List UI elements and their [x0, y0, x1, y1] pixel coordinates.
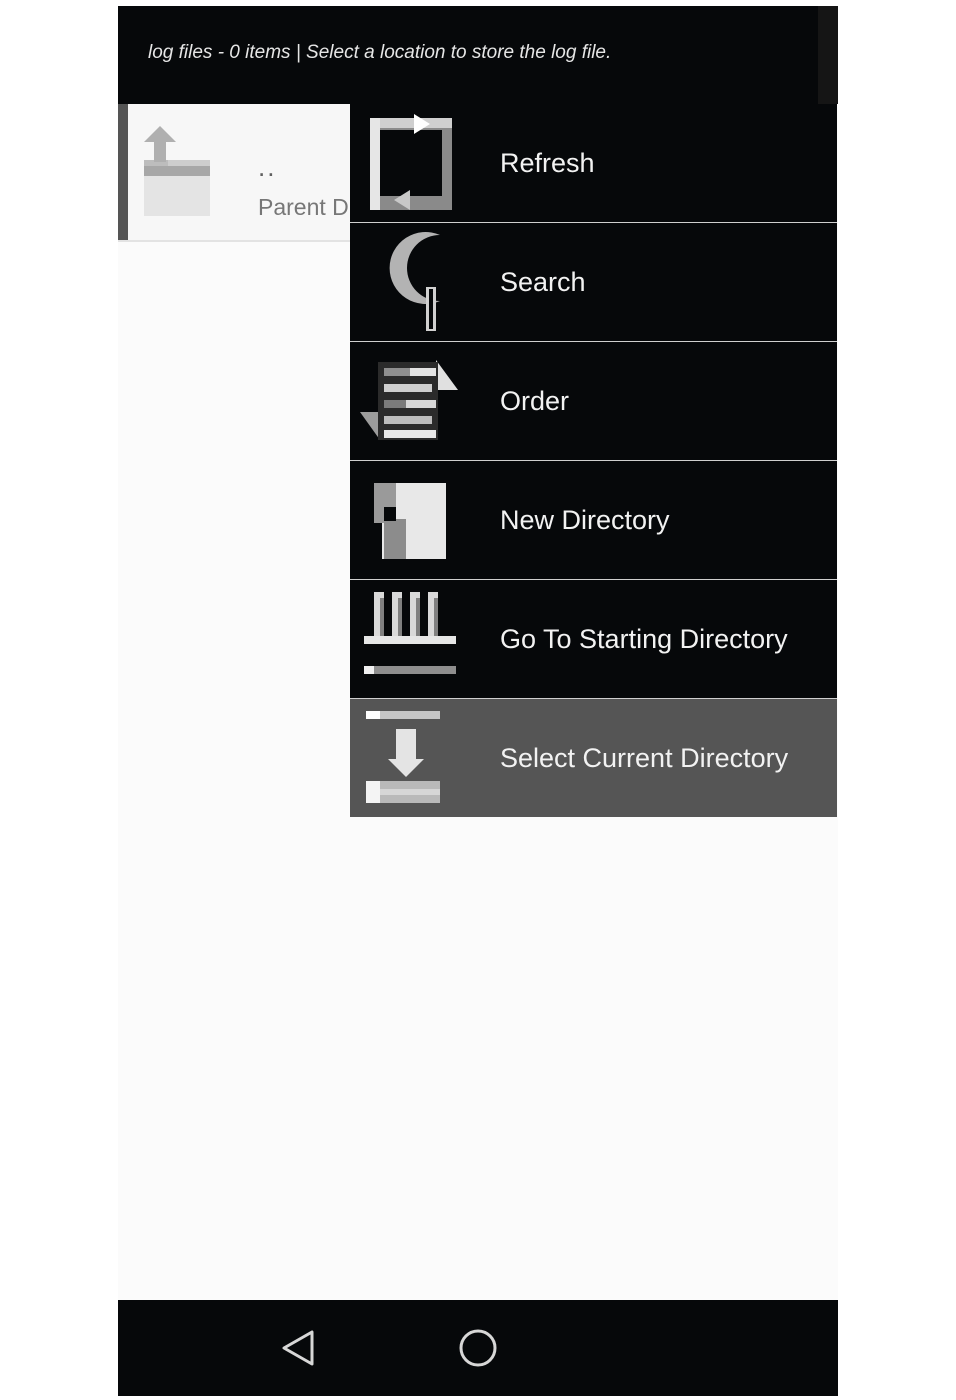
title-bar: log files - 0 items | Select a location … [118, 6, 838, 104]
menu-label-search: Search [500, 267, 586, 297]
menu-item-search[interactable]: Search [350, 223, 837, 342]
navigation-bar [118, 1300, 838, 1396]
folder-up-icon [144, 126, 210, 216]
parent-dots: .. [258, 152, 277, 182]
overflow-menu: Refresh Search Order New Directory Go To… [350, 104, 837, 817]
menu-label-order: Order [500, 386, 570, 416]
menu-label-select-current-directory: Select Current Directory [500, 743, 789, 773]
parent-directory-label: Parent D [258, 194, 349, 220]
order-icon [360, 360, 458, 440]
select-directory-icon [366, 711, 440, 803]
search-icon [389, 232, 440, 331]
title-text: log files - 0 items | Select a location … [148, 42, 612, 63]
new-directory-icon [374, 483, 446, 559]
home-directory-icon [364, 592, 456, 674]
menu-item-select-current-directory[interactable]: Select Current Directory [350, 699, 837, 817]
menu-label-go-to-starting-directory: Go To Starting Directory [500, 624, 788, 654]
menu-item-new-directory[interactable]: New Directory [350, 461, 837, 580]
menu-label-new-directory: New Directory [500, 505, 670, 535]
title-bar-edge [818, 6, 838, 104]
home-circle-icon[interactable] [456, 1326, 500, 1370]
menu-item-refresh[interactable]: Refresh [350, 104, 837, 223]
menu-item-go-to-starting-directory[interactable]: Go To Starting Directory [350, 580, 837, 699]
menu-item-order[interactable]: Order [350, 342, 837, 461]
screen: log files - 0 items | Select a location … [118, 6, 838, 1396]
back-triangle-icon[interactable] [278, 1326, 322, 1370]
menu-label-refresh: Refresh [500, 148, 595, 178]
list-item-parent-directory[interactable]: .. Parent D [118, 104, 350, 242]
refresh-icon [370, 114, 452, 210]
row-accent-bar [118, 104, 128, 240]
